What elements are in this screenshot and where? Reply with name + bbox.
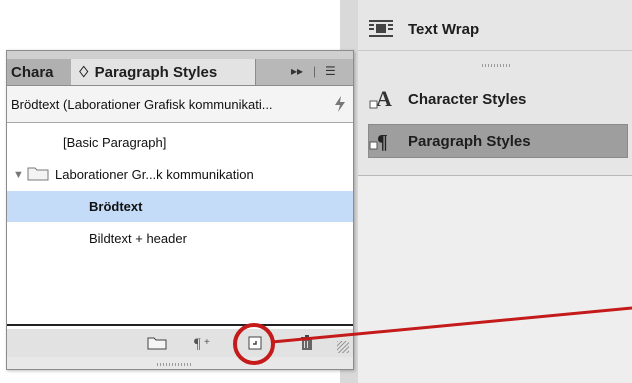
divider-icon: |: [313, 64, 317, 78]
new-group-icon[interactable]: [147, 335, 167, 351]
svg-text:¶: ¶: [194, 336, 201, 351]
list-item-label: Bildtext + header: [89, 231, 187, 246]
paragraph-styles-panel: Chara ♢ Paragraph Styles ▸▸ | ☰ Brödtext…: [6, 50, 354, 370]
list-item[interactable]: [Basic Paragraph]: [7, 127, 353, 158]
character-styles-icon: A: [366, 87, 396, 111]
disclosure-triangle-icon[interactable]: ▼: [13, 169, 27, 181]
dock-item-label: Character Styles: [408, 90, 527, 108]
clear-overrides-icon[interactable]: ¶ +: [193, 335, 215, 351]
tab-label: ♢ Paragraph Styles: [77, 64, 218, 81]
dock-grip[interactable]: [482, 64, 512, 67]
dock-item-label: Text Wrap: [408, 20, 480, 38]
folder-icon: [27, 165, 49, 184]
panel-bottom-bar: ¶ +: [7, 329, 353, 357]
panel-bottom-grip[interactable]: [157, 363, 191, 366]
dock-item-character-styles[interactable]: A Character Styles: [366, 84, 526, 114]
panel-tab-bar: Chara ♢ Paragraph Styles ▸▸ | ☰: [7, 59, 353, 86]
style-list: [Basic Paragraph] ▼ Laborationer Gr...k …: [7, 123, 353, 329]
list-item-selected[interactable]: Brödtext: [7, 191, 353, 222]
list-item-label: [Basic Paragraph]: [63, 135, 167, 150]
svg-text:¶: ¶: [377, 131, 388, 153]
lightning-icon[interactable]: [333, 95, 347, 116]
tab-label: Chara: [11, 63, 54, 81]
tab-character[interactable]: Chara: [7, 59, 76, 85]
list-item-group[interactable]: ▼ Laborationer Gr...k kommunikation: [7, 159, 353, 190]
dock-item-text-wrap[interactable]: Text Wrap: [366, 14, 479, 44]
svg-text:A: A: [376, 87, 392, 111]
collapse-icon[interactable]: ▸▸: [291, 64, 303, 78]
list-divider: [7, 324, 353, 326]
list-item-label: Laborationer Gr...k kommunikation: [55, 167, 254, 182]
text-wrap-icon: [366, 17, 396, 41]
panel-title-strip[interactable]: [7, 51, 353, 59]
tab-paragraph-styles[interactable]: ♢ Paragraph Styles: [71, 59, 256, 85]
dock-item-label: Paragraph Styles: [408, 132, 531, 150]
delete-icon[interactable]: [300, 335, 314, 351]
current-style-name: Brödtext (Laborationer Grafisk kommunika…: [11, 96, 273, 112]
svg-text:+: +: [204, 337, 210, 348]
dock-item-paragraph-styles[interactable]: ¶ Paragraph Styles: [366, 126, 531, 156]
list-item-label: Brödtext: [89, 199, 143, 214]
paragraph-styles-icon: ¶: [366, 129, 396, 153]
panel-menu-icon[interactable]: ☰: [325, 64, 336, 78]
create-new-style-icon[interactable]: [247, 335, 263, 351]
dock-divider: [358, 50, 632, 51]
list-item[interactable]: Bildtext + header: [7, 223, 353, 254]
resize-grip-icon[interactable]: [337, 341, 349, 353]
current-style-field: Brödtext (Laborationer Grafisk kommunika…: [7, 86, 353, 123]
